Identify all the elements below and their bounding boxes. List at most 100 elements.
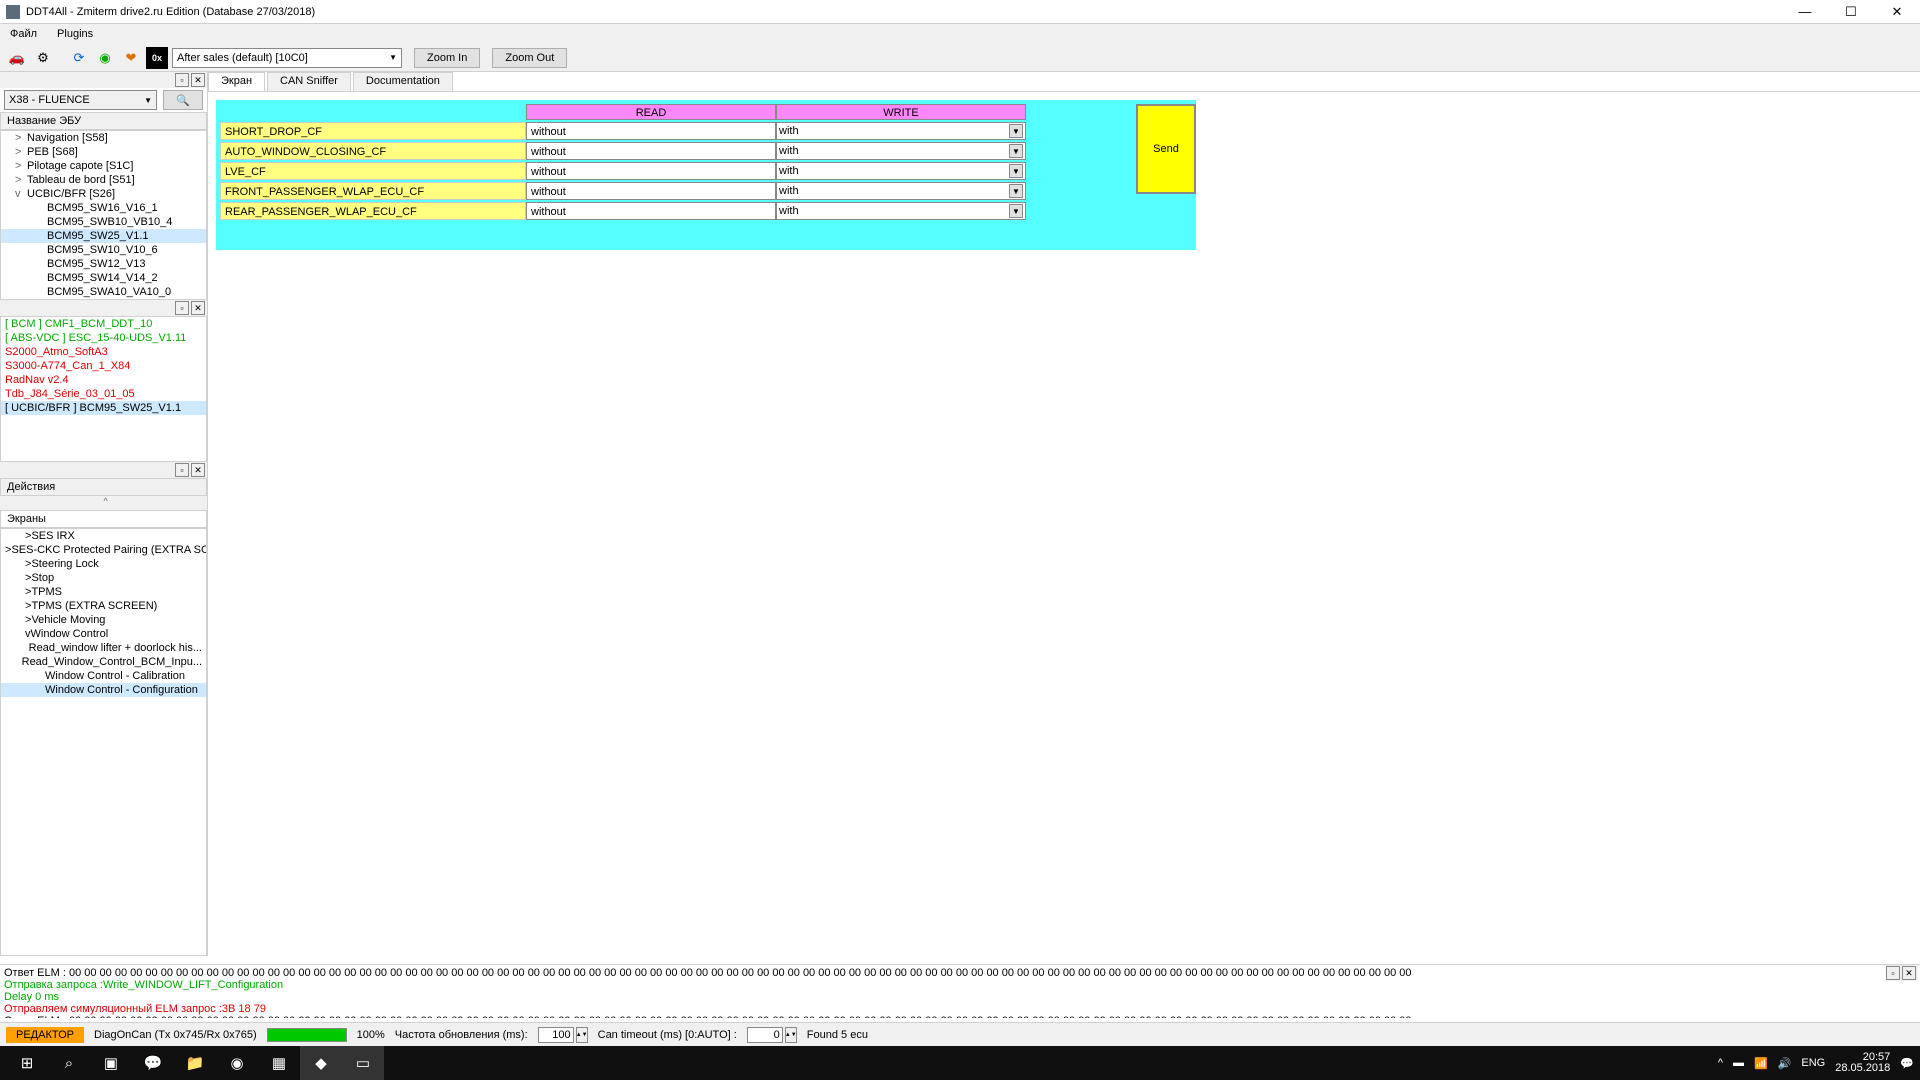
timeout-input[interactable] xyxy=(747,1027,783,1043)
list-item[interactable]: [ UCBIC/BFR ] BCM95_SW25_V1.1 xyxy=(1,401,206,415)
tree-item[interactable]: >Stop xyxy=(1,571,206,585)
editor-mode-badge[interactable]: РЕДАКТОР xyxy=(6,1027,84,1043)
dock-close-icon[interactable]: ✕ xyxy=(191,301,205,315)
spinner-arrows-icon[interactable]: ▲▼ xyxy=(576,1027,588,1043)
tree-item[interactable]: >Pilotage capote [S1C] xyxy=(1,159,206,173)
dock-close-icon[interactable]: ✕ xyxy=(1902,966,1916,980)
tree-item[interactable]: BCM95_SW14_V14_2 xyxy=(1,271,206,285)
zoom-in-button[interactable]: Zoom In xyxy=(414,48,480,68)
list-item[interactable]: [ ABS-VDC ] ESC_15-40-UDS_V1.11 xyxy=(1,331,206,345)
profile-select[interactable]: After sales (default) [10C0] ▼ xyxy=(172,48,402,68)
circle-green-icon[interactable]: ◉ xyxy=(94,47,116,69)
send-button[interactable]: Send xyxy=(1136,104,1196,194)
chevron-up-icon[interactable]: ^ xyxy=(1718,1057,1723,1069)
tree-item[interactable]: vWindow Control xyxy=(1,627,206,641)
dock-float-icon[interactable]: ▫ xyxy=(1886,966,1900,980)
ecu-tree[interactable]: >Navigation [S58]>PEB [S68]>Pilotage cap… xyxy=(0,130,207,300)
chrome-icon[interactable]: ◉ xyxy=(216,1046,258,1080)
tree-item[interactable]: Window Control - Configuration xyxy=(1,683,206,697)
car-icon[interactable]: 🚗 xyxy=(6,47,28,69)
tree-item[interactable]: >Vehicle Moving xyxy=(1,613,206,627)
tree-item[interactable]: >Navigation [S58] xyxy=(1,131,206,145)
menu-bar: Файл Plugins xyxy=(0,24,1920,44)
gear-icon[interactable]: ⚙ xyxy=(32,47,54,69)
volume-icon[interactable]: 🔊 xyxy=(1778,1057,1792,1070)
dock-header-1: ▫ ✕ xyxy=(0,72,207,88)
list-item[interactable]: RadNav v2.4 xyxy=(1,373,206,387)
start-button[interactable]: ⊞ xyxy=(6,1046,48,1080)
refresh-icon[interactable]: ⟳ xyxy=(68,47,90,69)
zoom-out-button[interactable]: Zoom Out xyxy=(492,48,567,68)
clock[interactable]: 20:57 28.05.2018 xyxy=(1835,1052,1890,1074)
wifi-icon[interactable]: 📶 xyxy=(1754,1057,1768,1070)
tree-item[interactable]: BCM95_SWB10_VB10_4 xyxy=(1,215,206,229)
write-select[interactable]: with▼ xyxy=(776,122,1026,140)
app-3-icon[interactable]: ◆ xyxy=(300,1046,342,1080)
search-icon[interactable]: ⌕ xyxy=(48,1046,90,1080)
tree-item[interactable]: >SES-CKC Protected Pairing (EXTRA SC... xyxy=(1,543,206,557)
explorer-icon[interactable]: 📁 xyxy=(174,1046,216,1080)
dock-float-icon[interactable]: ▫ xyxy=(175,301,189,315)
list-item[interactable]: S3000-A774_Can_1_X84 xyxy=(1,359,206,373)
app-4-icon[interactable]: ▭ xyxy=(342,1046,384,1080)
list-item[interactable]: [ BCM ] CMF1_BCM_DDT_10 xyxy=(1,317,206,331)
dock-float-icon[interactable]: ▫ xyxy=(175,73,189,87)
hex-icon[interactable]: 0x xyxy=(146,47,168,69)
tree-item[interactable]: >TPMS xyxy=(1,585,206,599)
refresh-input[interactable] xyxy=(538,1027,574,1043)
menu-file[interactable]: Файл xyxy=(6,26,41,42)
config-row: AUTO_WINDOW_CLOSING_CFwithoutwith▼ xyxy=(220,142,1128,160)
tree-item[interactable]: >TPMS (EXTRA SCREEN) xyxy=(1,599,206,613)
app-icon xyxy=(6,5,20,19)
heart-icon[interactable]: ❤ xyxy=(120,47,142,69)
param-label: REAR_PASSENGER_WLAP_ECU_CF xyxy=(220,202,526,220)
write-select[interactable]: with▼ xyxy=(776,202,1026,220)
task-view-icon[interactable]: ▣ xyxy=(90,1046,132,1080)
tree-item[interactable]: BCM95_SW10_V10_6 xyxy=(1,243,206,257)
ecu-list[interactable]: [ BCM ] CMF1_BCM_DDT_10[ ABS-VDC ] ESC_1… xyxy=(0,316,207,462)
tree-item[interactable]: Window Control - Calibration xyxy=(1,669,206,683)
menu-plugins[interactable]: Plugins xyxy=(53,26,97,42)
refresh-spinner[interactable]: ▲▼ xyxy=(538,1027,588,1043)
tree-item[interactable]: >PEB [S68] xyxy=(1,145,206,159)
system-tray[interactable]: ^ ▬ 📶 🔊 ENG 20:57 28.05.2018 💬 xyxy=(1718,1052,1914,1074)
tree-item[interactable]: >Tableau de bord [S51] xyxy=(1,173,206,187)
list-item[interactable]: Tdb_J84_Série_03_01_05 xyxy=(1,387,206,401)
tree-item[interactable]: >SES IRX xyxy=(1,529,206,543)
dock-close-icon[interactable]: ✕ xyxy=(191,73,205,87)
tree-item[interactable]: BCM95_SW25_V1.1 xyxy=(1,229,206,243)
timeout-spinner[interactable]: ▲▼ xyxy=(747,1027,797,1043)
search-button[interactable]: 🔍 xyxy=(163,90,203,110)
language-indicator[interactable]: ENG xyxy=(1801,1057,1825,1069)
profile-label: After sales (default) [10C0] xyxy=(177,52,308,64)
tab-can-sniffer[interactable]: CAN Sniffer xyxy=(267,72,351,91)
write-select[interactable]: with▼ xyxy=(776,162,1026,180)
tree-item[interactable]: BCM95_SW12_V13 xyxy=(1,257,206,271)
minimize-button[interactable]: — xyxy=(1782,0,1828,24)
tree-item[interactable]: BCM95_SW16_V16_1 xyxy=(1,201,206,215)
tab-documentation[interactable]: Documentation xyxy=(353,72,453,91)
spinner-arrows-icon[interactable]: ▲▼ xyxy=(785,1027,797,1043)
maximize-button[interactable]: ☐ xyxy=(1828,0,1874,24)
actions-tree[interactable]: >SES IRX>SES-CKC Protected Pairing (EXTR… xyxy=(0,528,207,956)
dock-close-icon[interactable]: ✕ xyxy=(191,463,205,477)
scroll-up-icon[interactable] xyxy=(0,496,207,510)
app-1-icon[interactable]: 💬 xyxy=(132,1046,174,1080)
tree-item[interactable]: Read_window lifter + doorlock his... xyxy=(1,641,206,655)
dock-float-icon[interactable]: ▫ xyxy=(175,463,189,477)
write-select[interactable]: with▼ xyxy=(776,182,1026,200)
close-button[interactable]: ✕ xyxy=(1874,0,1920,24)
network-icon[interactable]: ▬ xyxy=(1733,1057,1744,1069)
notifications-icon[interactable]: 💬 xyxy=(1900,1057,1914,1070)
tree-item[interactable]: Read_Window_Control_BCM_Inpu... xyxy=(1,655,206,669)
write-select[interactable]: with▼ xyxy=(776,142,1026,160)
log-line: Ответ ELM : 00 00 00 00 00 00 00 00 00 0… xyxy=(4,1015,1916,1018)
progress-label: 100% xyxy=(357,1029,385,1041)
tree-item[interactable]: vUCBIC/BFR [S26] xyxy=(1,187,206,201)
app-2-icon[interactable]: ▦ xyxy=(258,1046,300,1080)
tab-screen[interactable]: Экран xyxy=(208,72,265,91)
tree-item[interactable]: BCM95_SWA10_VA10_0 xyxy=(1,285,206,299)
vehicle-select[interactable]: X38 - FLUENCE ▼ xyxy=(4,90,157,110)
list-item[interactable]: S2000_Atmo_SoftA3 xyxy=(1,345,206,359)
tree-item[interactable]: >Steering Lock xyxy=(1,557,206,571)
